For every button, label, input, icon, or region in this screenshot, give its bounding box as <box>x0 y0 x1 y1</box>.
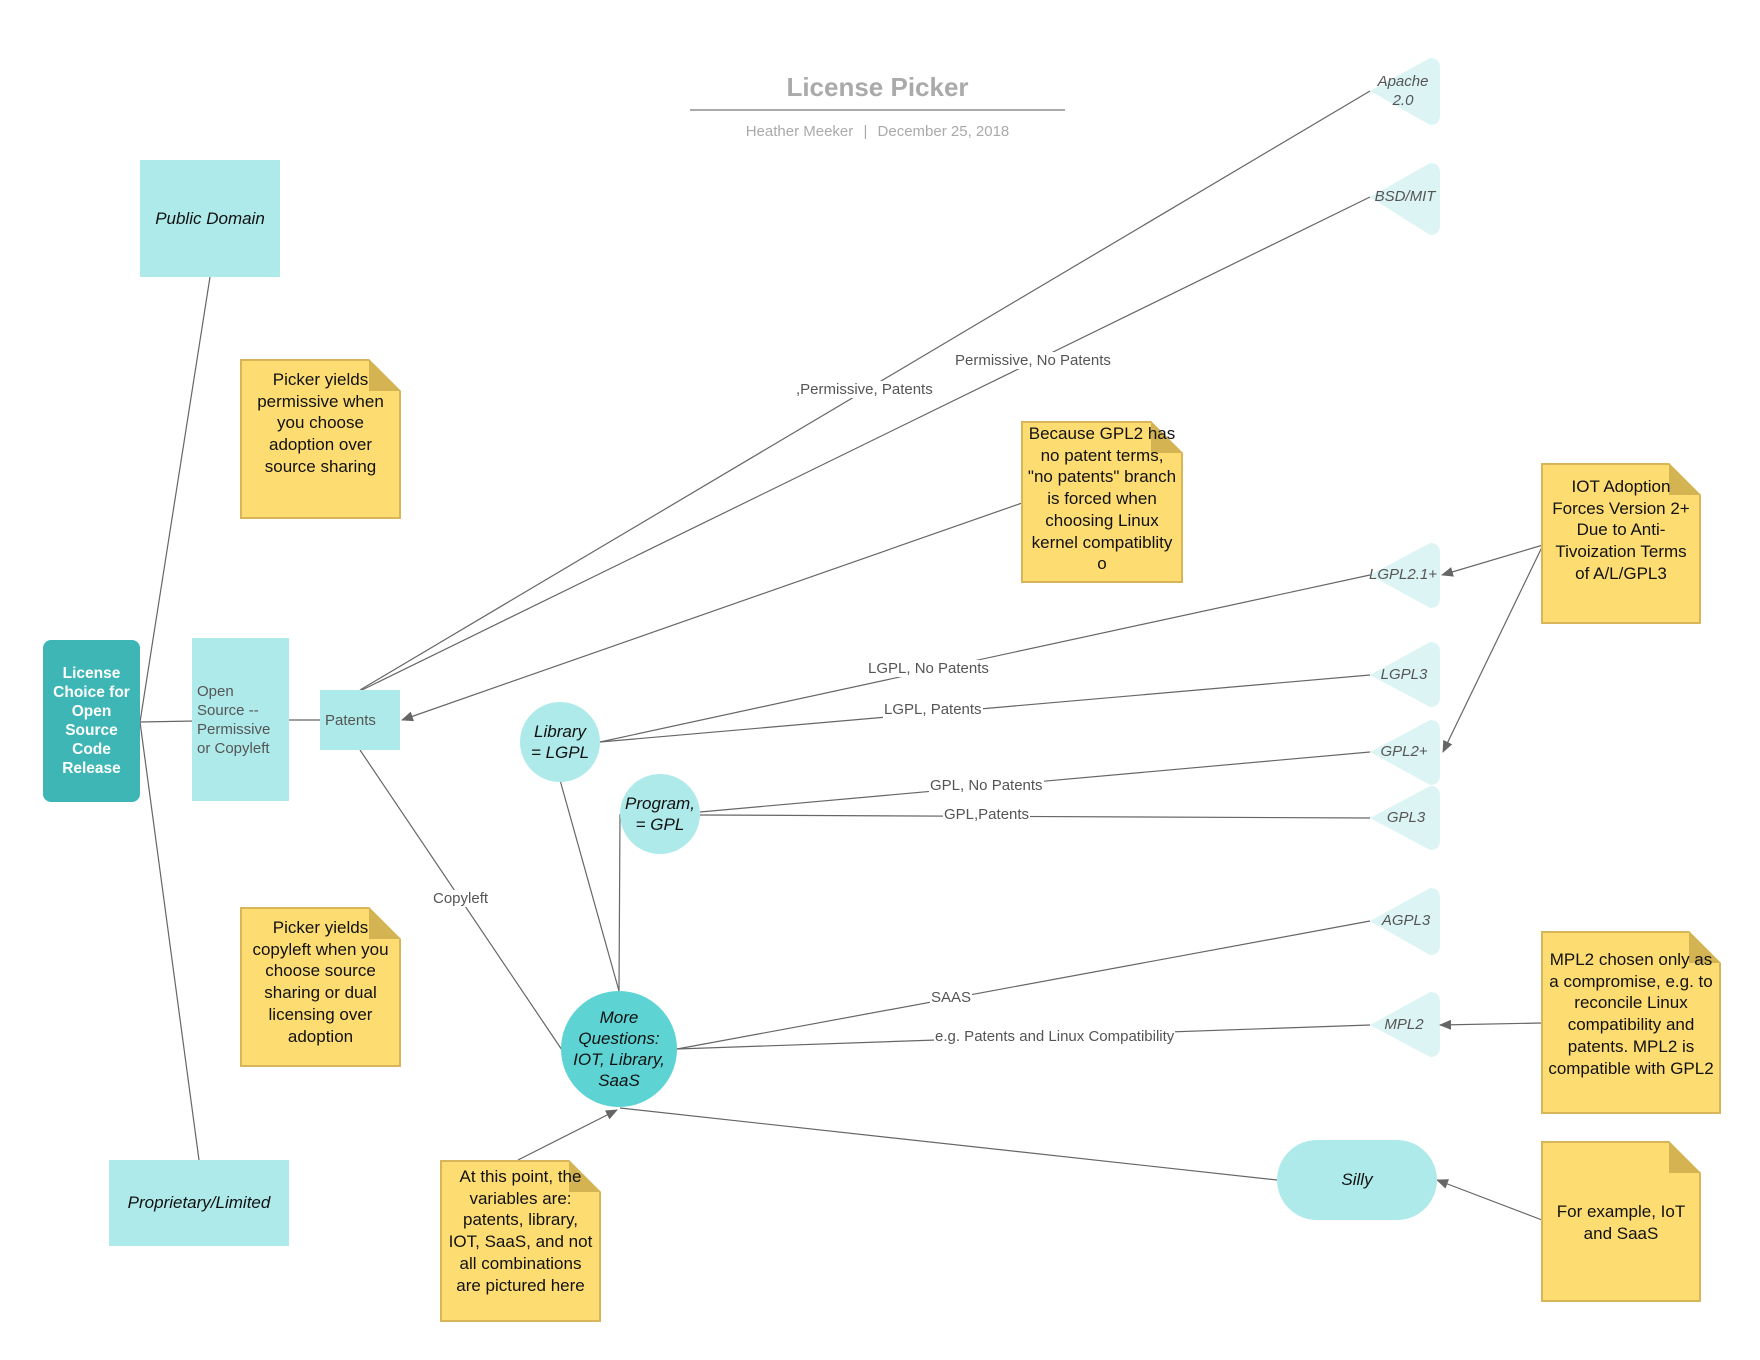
edge-library-lgpl3 <box>599 674 1371 743</box>
note-gpl2-text: Because GPL2 has no patent terms, "no pa… <box>1027 424 1177 574</box>
note-gpl2: Because GPL2 has no patent terms, "no pa… <box>1021 421 1183 583</box>
note-variables-text: At this point, the variables are: patent… <box>448 1167 593 1295</box>
note-mpl2: MPL2 chosen only as a compromise, e.g. t… <box>1541 931 1721 1114</box>
edge-variables-note-more-questions <box>517 1109 618 1161</box>
note-copyleft: Picker yields copyleft when you choose s… <box>240 907 401 1067</box>
edge-program-more-questions <box>618 813 621 992</box>
proprietary-label: Proprietary/Limited <box>127 1193 271 1212</box>
edge-label-permissive-no-patents: Permissive, No Patents <box>954 352 1112 369</box>
diagram-subtitle: Heather Meeker | December 25, 2018 <box>690 123 1065 140</box>
note-iot: IOT Adoption Forces Version 2+ Due to An… <box>1541 463 1701 624</box>
edge-label-gpl-patents: GPL,Patents <box>943 806 1031 823</box>
diagram-title: License Picker <box>786 72 969 102</box>
edge-label-saas: SAAS <box>930 989 973 1006</box>
edge-patents-bsd <box>361 196 1371 691</box>
note-variables: At this point, the variables are: patent… <box>440 1160 601 1322</box>
note-copyleft-text: Picker yields copyleft when you choose s… <box>252 918 389 1046</box>
license-lgpl3[interactable]: LGPL3 <box>1374 665 1434 684</box>
license-agpl3[interactable]: AGPL3 <box>1376 911 1436 930</box>
open-source-label: Open Source -- Permissive or Copyleft <box>197 682 271 757</box>
edge-iot-lgpl21 <box>1441 544 1544 577</box>
edge-iot-gpl2 <box>1442 544 1544 753</box>
license-gpl2[interactable]: GPL2+ <box>1374 742 1434 761</box>
edge-root-open-source <box>139 720 196 723</box>
edge-program-gpl3 <box>699 814 1371 819</box>
edge-label-lgpl-no-patents: LGPL, No Patents <box>867 660 990 677</box>
edge-library-lgpl21 <box>599 574 1371 743</box>
public-domain-node[interactable]: Public Domain <box>140 160 280 277</box>
note-fold-shadow <box>1669 1141 1701 1173</box>
note-iot-text: IOT Adoption Forces Version 2+ Due to An… <box>1552 477 1690 583</box>
edge-library-more-questions <box>559 779 620 992</box>
more-questions-node[interactable]: More Questions: IOT, Library, SaaS <box>561 991 677 1107</box>
note-mpl2-text: MPL2 chosen only as a compromise, e.g. t… <box>1548 950 1714 1078</box>
patents-label: Patents <box>325 711 376 729</box>
open-source-node[interactable]: Open Source -- Permissive or Copyleft <box>192 638 289 801</box>
title-divider <box>690 109 1065 111</box>
patents-node[interactable]: Patents <box>320 690 400 750</box>
license-mpl2[interactable]: MPL2 <box>1374 1015 1434 1034</box>
author: Heather Meeker <box>745 123 854 140</box>
silly-label: Silly <box>1341 1170 1373 1189</box>
edge-more-questions-silly <box>619 1107 1278 1181</box>
root-node[interactable]: License Choice for Open Source Code Rele… <box>43 640 140 802</box>
edge-gpl2note-patents <box>401 502 1023 722</box>
more-questions-label: More Questions: IOT, Library, SaaS <box>573 1008 665 1090</box>
edge-label-lgpl-patents: LGPL, Patents <box>883 701 983 718</box>
edge-label-patents-linux: e.g. Patents and Linux Compatibility <box>934 1028 1176 1045</box>
library-node[interactable]: Library = LGPL <box>520 702 600 782</box>
root-node-label: License Choice for Open Source Code Rele… <box>53 665 130 777</box>
note-permissive-text: Picker yields permissive when you choose… <box>257 370 384 476</box>
license-gpl3[interactable]: GPL3 <box>1376 808 1436 827</box>
edge-mpl2note-mpl2 <box>1439 1019 1543 1030</box>
edge-label-gpl-no-patents: GPL, No Patents <box>929 777 1044 794</box>
edge-label-permissive-patents: ,Permissive, Patents <box>795 381 934 398</box>
program-label: Program, = GPL <box>625 794 695 834</box>
program-node[interactable]: Program, = GPL <box>620 774 700 854</box>
note-permissive: Picker yields permissive when you choose… <box>240 359 401 519</box>
note-example-text: For example, IoT and SaaS <box>1556 1202 1686 1243</box>
proprietary-node[interactable]: Proprietary/Limited <box>109 1160 289 1246</box>
library-label: Library = LGPL <box>530 722 590 762</box>
silly-node[interactable]: Silly <box>1277 1140 1437 1220</box>
public-domain-label: Public Domain <box>155 208 265 228</box>
license-bsd-mit[interactable]: BSD/MIT <box>1370 187 1440 206</box>
date: December 25, 2018 <box>877 123 1010 140</box>
edge-label-copyleft: Copyleft <box>432 890 490 907</box>
edge-root-proprietary <box>139 721 200 1161</box>
license-apache[interactable]: Apache 2.0 <box>1370 72 1436 110</box>
subtitle-separator: | <box>863 123 868 140</box>
license-lgpl21[interactable]: LGPL2.1+ <box>1366 565 1440 584</box>
note-example: For example, IoT and SaaS <box>1541 1141 1701 1302</box>
edge-example-silly <box>1436 1179 1543 1221</box>
